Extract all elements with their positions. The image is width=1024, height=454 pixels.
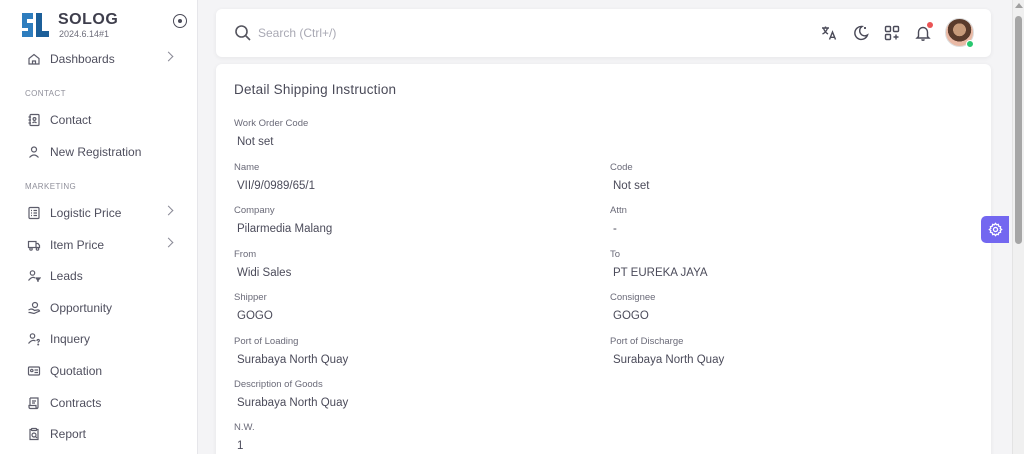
field-attn: Attn - <box>610 205 627 236</box>
field-value: Widi Sales <box>237 267 292 279</box>
chevron-right-icon <box>163 205 174 216</box>
field-value: Surabaya North Quay <box>613 354 725 366</box>
sidebar-item-logistic-price[interactable]: Logistic Price <box>18 198 186 228</box>
field-value: GOGO <box>613 310 649 322</box>
sidebar-item-inquery[interactable]: Inquery <box>18 324 186 354</box>
brand[interactable]: SOLOG 2024.6.14#1 <box>0 0 197 44</box>
field-value: Surabaya North Quay <box>237 397 349 409</box>
page-scrollbar[interactable] <box>1012 0 1024 454</box>
sidebar-item-label: Inquery <box>50 332 91 346</box>
apps-add-icon[interactable] <box>882 23 902 43</box>
user-icon <box>25 143 43 161</box>
field-label: Shipper <box>234 292 267 303</box>
sidebar-item-label: Logistic Price <box>50 206 122 220</box>
field-value: VII/9/0989/65/1 <box>237 180 316 192</box>
sidebar-item-contracts[interactable]: Contracts <box>18 388 186 418</box>
id-card-icon <box>25 362 43 380</box>
field-work-order-code: Work Order Code Not set <box>234 118 308 149</box>
sidebar-item-dashboards[interactable]: Dashboards <box>18 44 186 74</box>
sologo-logo <box>20 9 51 41</box>
sidebar-item-label: Opportunity <box>50 301 113 315</box>
brand-name: SOLOG <box>58 10 119 28</box>
user-filter-icon <box>25 267 43 285</box>
sidebar-item-new-registration[interactable]: New Registration <box>18 137 186 167</box>
field-company: Company Pilarmedia Malang <box>234 205 332 236</box>
moon-icon[interactable] <box>851 23 871 43</box>
field-value: Pilarmedia Malang <box>237 223 333 235</box>
sidebar-item-item-price[interactable]: Item Price <box>18 230 186 260</box>
field-value: 1 <box>237 440 244 452</box>
sidebar-item-label: Item Price <box>50 238 105 252</box>
field-label: N.W. <box>234 422 255 433</box>
sidebar-item-label: Quotation <box>50 364 103 378</box>
sidebar-item-label: Contact <box>50 113 92 127</box>
app-version: 2024.6.14#1 <box>59 28 110 39</box>
field-port-of-discharge: Port of Discharge Surabaya North Quay <box>610 336 724 367</box>
field-label: Description of Goods <box>234 379 323 390</box>
report-icon <box>25 425 43 443</box>
field-name: Name VII/9/0989/65/1 <box>234 162 315 193</box>
field-code: Code Not set <box>610 162 649 193</box>
scrollbar-thumb[interactable] <box>1015 16 1022 244</box>
field-label: Port of Discharge <box>610 336 684 347</box>
field-description-of-goods: Description of Goods Surabaya North Quay <box>234 379 348 410</box>
gear-icon <box>987 222 1003 237</box>
top-navbar <box>216 9 991 57</box>
field-label: Port of Loading <box>234 336 299 347</box>
sidebar-item-label: Leads <box>50 269 83 283</box>
search-icon[interactable] <box>234 24 252 47</box>
field-label: Code <box>610 162 633 173</box>
field-label: Work Order Code <box>234 118 309 129</box>
notification-badge <box>927 22 933 28</box>
sidebar-item-contact[interactable]: Contact <box>18 105 186 135</box>
field-label: Attn <box>610 205 627 216</box>
user-question-icon <box>25 330 43 348</box>
field-label: Company <box>234 205 275 216</box>
field-value: Surabaya North Quay <box>237 354 349 366</box>
field-to: To PT EUREKA JAYA <box>610 249 708 280</box>
field-value: PT EUREKA JAYA <box>613 267 708 279</box>
hand-coin-icon <box>25 299 43 317</box>
field-nw: N.W. 1 <box>234 422 255 453</box>
chevron-right-icon <box>163 51 174 62</box>
field-value: Not set <box>237 136 274 148</box>
page-title: Detail Shipping Instruction <box>234 82 397 97</box>
field-from: From Widi Sales <box>234 249 291 280</box>
scroll-up-arrow-icon[interactable] <box>1015 3 1023 8</box>
field-value: - <box>613 223 617 235</box>
field-value: Not set <box>613 180 650 192</box>
sidebar-item-leads[interactable]: Leads <box>18 261 186 291</box>
sidebar-item-label: Dashboards <box>50 52 115 66</box>
search-input[interactable] <box>258 23 558 43</box>
home-icon <box>25 50 43 68</box>
customizer-toggle-button[interactable] <box>981 216 1009 243</box>
sidebar-item-opportunity[interactable]: Opportunity <box>18 293 186 323</box>
contact-book-icon <box>25 111 43 129</box>
sidebar-item-label: Report <box>50 427 87 441</box>
sidebar-item-label: New Registration <box>50 145 142 159</box>
sidebar-collapse-icon[interactable] <box>173 14 187 28</box>
field-label: To <box>610 249 621 260</box>
sidebar-item-quotation[interactable]: Quotation <box>18 356 186 386</box>
online-status-indicator <box>966 40 974 48</box>
chevron-right-icon <box>163 237 174 248</box>
section-label-contact: CONTACT <box>25 89 66 98</box>
field-value: GOGO <box>237 310 273 322</box>
detail-card: Detail Shipping Instruction Work Order C… <box>216 64 991 454</box>
list-icon <box>25 204 43 222</box>
field-label: Name <box>234 162 260 173</box>
field-label: From <box>234 249 257 260</box>
field-shipper: Shipper GOGO <box>234 292 273 323</box>
truck-icon <box>25 236 43 254</box>
field-consignee: Consignee GOGO <box>610 292 655 323</box>
sidebar-item-report[interactable]: Report <box>18 419 186 449</box>
field-port-of-loading: Port of Loading Surabaya North Quay <box>234 336 348 367</box>
scroll-icon <box>25 394 43 412</box>
sidebar: SOLOG 2024.6.14#1 Dashboards CONTACT Con… <box>0 0 198 454</box>
sidebar-item-label: Contracts <box>50 396 102 410</box>
field-label: Consignee <box>610 292 656 303</box>
section-label-marketing: MARKETING <box>25 182 77 191</box>
translate-icon[interactable] <box>819 23 839 43</box>
